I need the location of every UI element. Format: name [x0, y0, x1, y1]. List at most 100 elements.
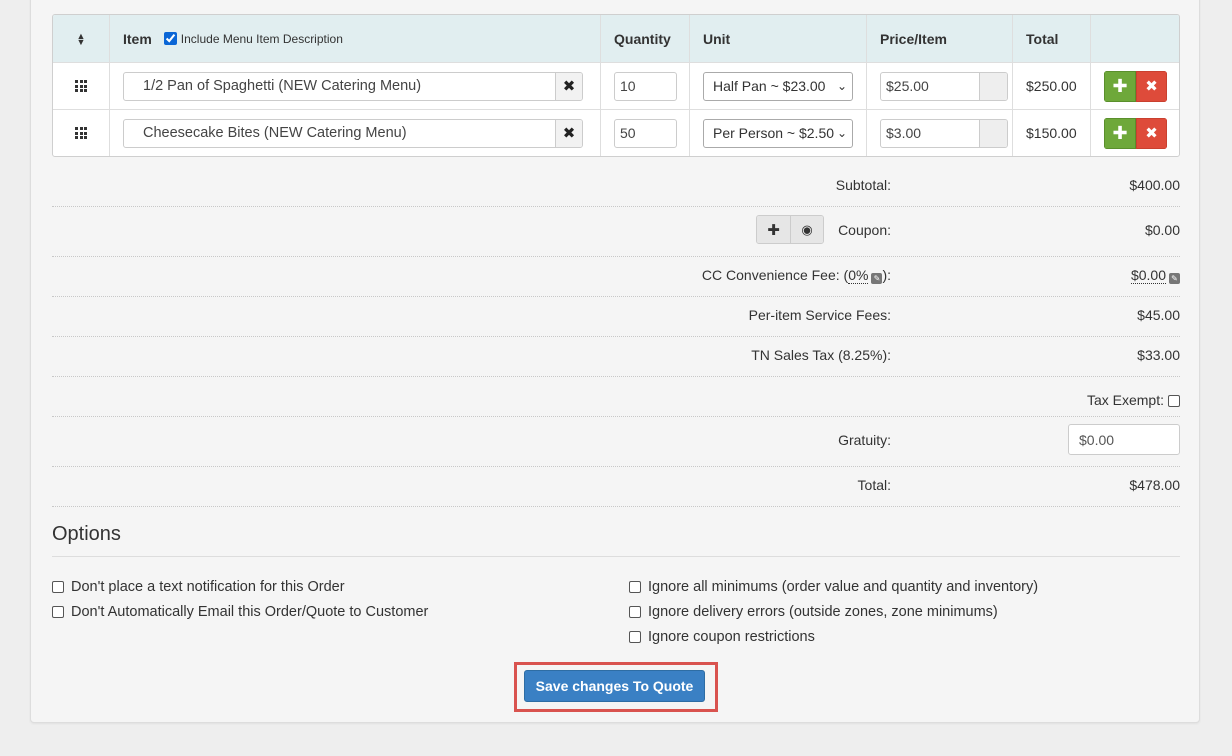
quantity-input[interactable]: 10 — [614, 71, 677, 101]
options-divider — [52, 556, 1180, 557]
chevron-down-icon: ⌄ — [834, 78, 847, 93]
cc-fee-label-text: CC Convenience Fee: ( — [701, 267, 849, 283]
table-header-row: ▲ ▼ Item Include Menu Item Description Qu… — [53, 15, 1179, 62]
tax-exempt-row: Tax Exempt: — [52, 392, 1180, 417]
clear-item-icon[interactable]: ✖ — [555, 119, 582, 147]
row-action-buttons: ✚ ✖ — [1104, 70, 1167, 102]
view-coupon-button[interactable]: ◉ — [790, 216, 823, 243]
cc-fee-percent-link[interactable]: 0% — [848, 267, 869, 284]
item-column-header: Item Include Menu Item Description — [109, 15, 600, 62]
total-cell: $150.00 — [1012, 110, 1090, 156]
option-label: Don't place a text notification for this… — [71, 579, 345, 595]
edit-icon[interactable]: ✎ — [871, 273, 883, 284]
actions-cell: ✚ ✖ — [1090, 110, 1179, 156]
close-icon: ✖ — [1145, 78, 1158, 95]
option-ignore-coupon-restrictions[interactable]: Ignore coupon restrictions — [629, 629, 815, 645]
sort-column-header[interactable]: ▲ ▼ — [53, 15, 109, 62]
option-checkbox[interactable] — [52, 581, 64, 593]
delete-row-button[interactable]: ✖ — [1136, 70, 1167, 102]
quantity-column-header: Quantity — [600, 15, 689, 62]
gratuity-input[interactable]: $0.00 — [1068, 424, 1180, 455]
add-coupon-button[interactable]: ✚ — [757, 216, 790, 243]
row-total: $150.00 — [1026, 125, 1077, 141]
price-input-group: $25.00 — [880, 71, 1008, 101]
drag-handle[interactable] — [53, 63, 109, 109]
add-row-button[interactable]: ✚ — [1104, 70, 1136, 102]
option-no-text-notification[interactable]: Don't place a text notification for this… — [52, 579, 345, 595]
cc-fee-value: $0.00 ✎ — [1130, 267, 1180, 284]
row-action-buttons: ✚ ✖ — [1104, 117, 1167, 149]
price-cell: $25.00 — [866, 63, 1012, 109]
sort-icon: ▲ ▼ — [76, 30, 86, 47]
price-addon — [979, 72, 1007, 100]
unit-select[interactable]: Half Pan ~ $23.00 ⌄ — [703, 71, 853, 101]
option-no-auto-email[interactable]: Don't Automatically Email this Order/Quo… — [52, 604, 428, 620]
option-checkbox[interactable] — [629, 606, 641, 618]
drag-handle[interactable] — [53, 110, 109, 156]
service-fee-value: $45.00 — [1137, 307, 1180, 323]
include-description-label: Include Menu Item Description — [180, 31, 343, 46]
chevron-down-icon: ⌄ — [834, 125, 847, 140]
item-name[interactable]: 1/2 Pan of Spaghetti (NEW Catering Menu) — [124, 73, 555, 100]
actions-cell: ✚ ✖ — [1090, 63, 1179, 109]
include-description-toggle[interactable]: Include Menu Item Description — [163, 31, 343, 46]
total-cell: $250.00 — [1012, 63, 1090, 109]
sales-tax-label: TN Sales Tax (8.25%): — [751, 347, 891, 363]
coupon-row: ✚ ◉ Coupon: $0.00 — [52, 215, 1180, 257]
drag-grid-icon — [75, 127, 87, 139]
quantity-cell: 10 — [600, 63, 689, 109]
option-checkbox[interactable] — [629, 631, 641, 643]
sales-tax-row: TN Sales Tax (8.25%): $33.00 — [52, 347, 1180, 377]
quantity-input[interactable]: 50 — [614, 118, 677, 148]
coupon-buttons: ✚ ◉ — [756, 215, 824, 244]
unit-select[interactable]: Per Person ~ $2.50 ⌄ — [703, 118, 853, 148]
option-ignore-delivery-errors[interactable]: Ignore delivery errors (outside zones, z… — [629, 604, 998, 620]
cc-fee-label: CC Convenience Fee: (0% ✎): — [702, 267, 891, 284]
eye-icon: ◉ — [791, 221, 823, 238]
coupon-value: $0.00 — [1144, 222, 1180, 238]
unit-cell: Half Pan ~ $23.00 ⌄ — [689, 63, 866, 109]
delete-row-button[interactable]: ✖ — [1136, 117, 1167, 149]
include-description-checkbox[interactable] — [163, 32, 177, 45]
unit-selected-value: Half Pan ~ $23.00 — [713, 78, 826, 94]
item-picker[interactable]: 1/2 Pan of Spaghetti (NEW Catering Menu)… — [123, 71, 583, 101]
tax-exempt-checkbox[interactable] — [1168, 395, 1180, 407]
tax-exempt-label: Tax Exempt: — [1086, 392, 1164, 408]
table-row: Cheesecake Bites (NEW Catering Menu) ✖ 5… — [53, 109, 1179, 156]
price-input[interactable]: $25.00 — [881, 73, 979, 100]
drag-grid-icon — [75, 80, 87, 92]
unit-selected-value: Per Person ~ $2.50 — [713, 125, 835, 141]
cc-fee-row: CC Convenience Fee: (0% ✎): $0.00 ✎ — [52, 267, 1180, 297]
clear-item-icon[interactable]: ✖ — [555, 72, 582, 100]
option-checkbox[interactable] — [52, 606, 64, 618]
item-header-label: Item — [123, 30, 152, 47]
total-row: Total: $478.00 — [52, 477, 1180, 507]
item-cell: Cheesecake Bites (NEW Catering Menu) ✖ — [109, 110, 600, 156]
plus-icon: ✚ — [1112, 122, 1128, 143]
item-picker[interactable]: Cheesecake Bites (NEW Catering Menu) ✖ — [123, 118, 583, 148]
options-heading: Options — [52, 523, 121, 545]
option-checkbox[interactable] — [629, 581, 641, 593]
option-label: Don't Automatically Email this Order/Quo… — [71, 604, 429, 620]
save-changes-button[interactable]: Save changes To Quote — [524, 670, 705, 702]
add-row-button[interactable]: ✚ — [1104, 117, 1136, 149]
tax-exempt-control[interactable]: Tax Exempt: — [1087, 392, 1180, 408]
item-cell: 1/2 Pan of Spaghetti (NEW Catering Menu)… — [109, 63, 600, 109]
subtotal-value: $400.00 — [1129, 177, 1180, 193]
item-name[interactable]: Cheesecake Bites (NEW Catering Menu) — [124, 120, 555, 147]
unit-column-header: Unit — [689, 15, 866, 62]
row-total: $250.00 — [1026, 78, 1077, 94]
option-ignore-minimums[interactable]: Ignore all minimums (order value and qua… — [629, 579, 1038, 595]
subtotal-label: Subtotal: — [835, 177, 891, 193]
cc-fee-value-link[interactable]: $0.00 — [1130, 267, 1166, 284]
subtotal-row: Subtotal: $400.00 — [52, 177, 1180, 207]
price-input[interactable]: $3.00 — [881, 120, 979, 147]
edit-icon[interactable]: ✎ — [1169, 273, 1180, 284]
service-fee-row: Per-item Service Fees: $45.00 — [52, 307, 1180, 337]
option-label: Ignore delivery errors (outside zones, z… — [648, 604, 998, 620]
close-icon: ✖ — [1145, 125, 1158, 142]
sales-tax-value: $33.00 — [1137, 347, 1180, 363]
plus-icon: ✚ — [1112, 75, 1128, 96]
coupon-label: Coupon: — [838, 222, 891, 238]
total-label: Total: — [857, 477, 891, 493]
